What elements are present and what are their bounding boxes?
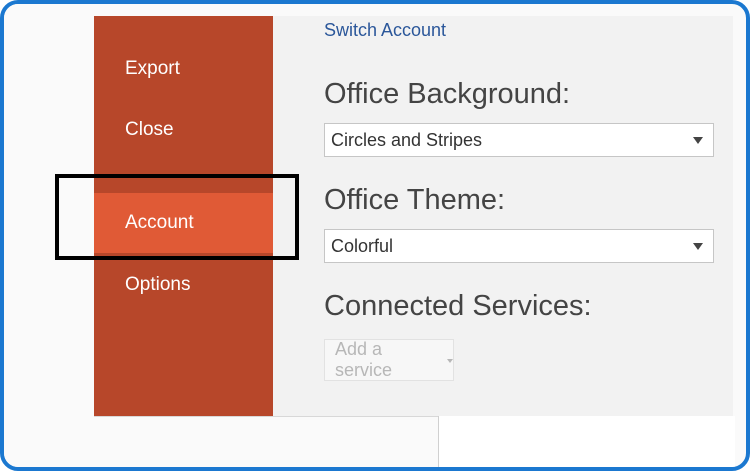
sidebar-item-export[interactable]: Export bbox=[94, 39, 273, 99]
add-service-label: Add a service bbox=[335, 339, 393, 380]
chevron-down-icon bbox=[447, 359, 453, 363]
window-bottom-right bbox=[438, 416, 735, 467]
account-content-panel: Switch Account Office Background: Circle… bbox=[273, 16, 733, 416]
sidebar-item-options[interactable]: Options bbox=[94, 255, 273, 315]
chevron-down-icon bbox=[693, 242, 703, 250]
window-bottom-left bbox=[94, 416, 438, 467]
office-theme-heading: Office Theme: bbox=[324, 184, 506, 216]
sidebar-item-close[interactable]: Close bbox=[94, 100, 273, 160]
switch-account-link[interactable]: Switch Account bbox=[324, 20, 446, 41]
sidebar-item-label: Close bbox=[125, 119, 174, 140]
add-service-button[interactable]: Add a service bbox=[324, 339, 454, 381]
sidebar-item-label: Options bbox=[125, 274, 191, 295]
office-background-heading: Office Background: bbox=[324, 78, 571, 110]
office-background-value: Circles and Stripes bbox=[331, 129, 483, 150]
office-theme-value: Colorful bbox=[331, 235, 394, 256]
connected-services-heading: Connected Services: bbox=[324, 290, 592, 322]
chevron-down-icon bbox=[693, 136, 703, 144]
office-background-dropdown[interactable]: Circles and Stripes bbox=[324, 123, 714, 157]
account-highlight-box bbox=[55, 174, 299, 260]
screenshot-frame: Export Close Account Options Switch Acco… bbox=[0, 0, 750, 471]
sidebar-item-label: Export bbox=[125, 58, 180, 79]
office-theme-dropdown[interactable]: Colorful bbox=[324, 229, 714, 263]
